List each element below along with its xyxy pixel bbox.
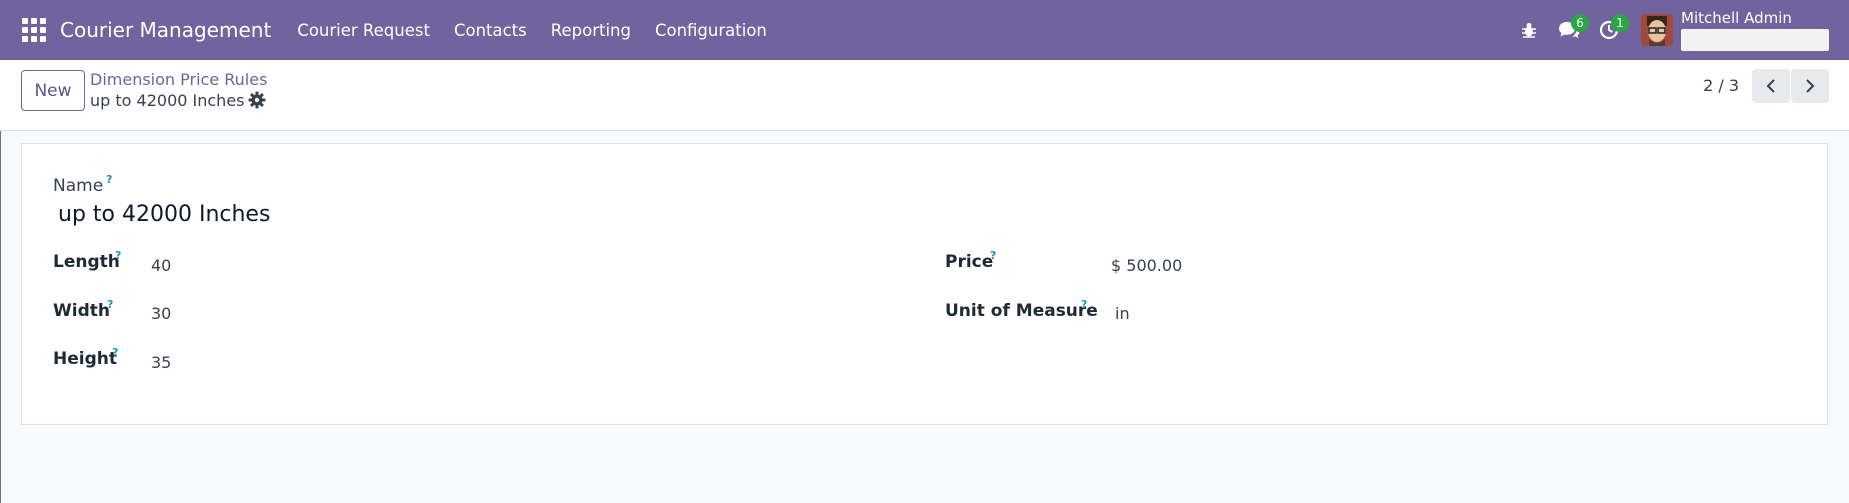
unit-of-measure-help-icon[interactable]: ? [1081,298,1087,311]
menu-contacts[interactable]: Contacts [442,21,539,40]
gear-icon[interactable] [247,90,267,110]
width-label: Width [53,301,110,321]
pager-previous-button[interactable] [1752,69,1790,103]
debug-icon[interactable] [1509,0,1549,60]
name-label: Name [53,176,104,196]
height-field[interactable]: 35 [151,353,171,372]
pager-next-button[interactable] [1791,69,1829,103]
systray: 6 1 Mitchell Admin [1509,0,1829,60]
top-navbar: Courier Management Courier Request Conta… [0,0,1849,60]
control-panel: New Dimension Price Rules up to 42000 In… [0,60,1849,131]
avatar[interactable] [1641,14,1673,46]
chevron-right-icon [1806,79,1815,93]
menu-reporting[interactable]: Reporting [539,21,643,40]
form-sheet: Name ? up to 42000 Inches Length ? 40 Wi… [21,143,1828,425]
app-name[interactable]: Courier Management [60,18,271,42]
messages-icon[interactable]: 6 [1549,0,1589,60]
name-help-icon[interactable]: ? [106,173,112,186]
messages-badge: 6 [1571,14,1589,32]
main-menu: Courier Request Contacts Reporting Confi… [285,21,779,40]
price-label: Price [945,252,994,272]
length-field[interactable]: 40 [151,256,171,275]
activities-icon[interactable]: 1 [1589,0,1629,60]
height-help-icon[interactable]: ? [112,346,118,359]
unit-of-measure-label: Unit of Measure [945,301,1098,321]
apps-menu-icon[interactable] [22,18,46,42]
user-name: Mitchell Admin [1681,9,1792,27]
database-name-redacted [1681,29,1829,51]
unit-of-measure-field[interactable]: in [1115,304,1130,323]
menu-courier-request[interactable]: Courier Request [285,21,442,40]
price-help-icon[interactable]: ? [990,249,996,262]
length-help-icon[interactable]: ? [115,249,121,262]
price-field[interactable]: $ 500.00 [1111,256,1182,275]
width-help-icon[interactable]: ? [107,298,113,311]
length-label: Length [53,252,120,272]
new-button[interactable]: New [21,70,85,111]
pager-value[interactable]: 2 / 3 [1703,76,1739,95]
activities-badge: 1 [1611,14,1629,32]
name-field[interactable]: up to 42000 Inches [58,202,270,227]
chevron-left-icon [1766,79,1775,93]
user-menu[interactable]: Mitchell Admin [1681,9,1829,51]
height-label: Height [53,349,117,369]
menu-configuration[interactable]: Configuration [643,21,779,40]
breadcrumb-dimension-price-rules[interactable]: Dimension Price Rules [90,70,267,89]
width-field[interactable]: 30 [151,304,171,323]
record-title: up to 42000 Inches [90,91,245,110]
